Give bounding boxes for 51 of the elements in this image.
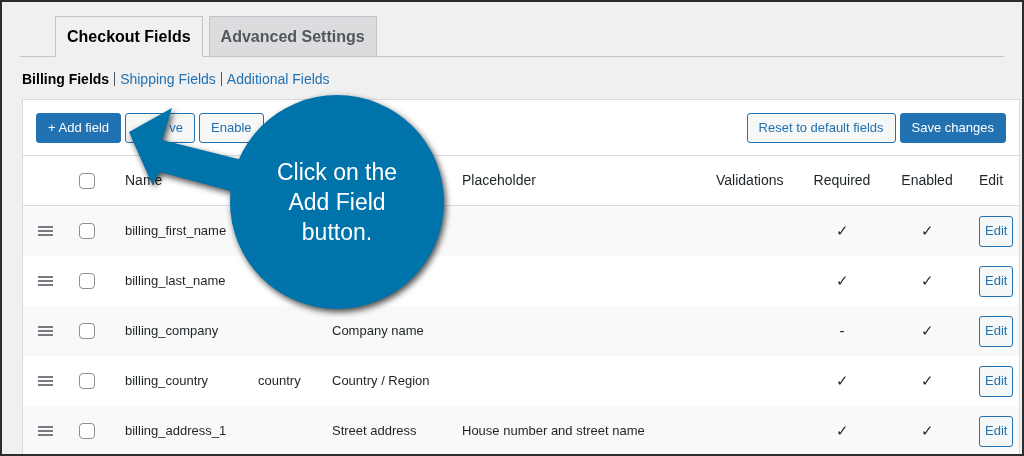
drag-handle-icon[interactable] [38, 325, 53, 337]
column-header: Enabled [901, 171, 953, 190]
table-cell-text: ✓ [920, 220, 934, 241]
checkbox[interactable] [79, 223, 95, 239]
table-cell: Street address [332, 423, 417, 439]
table-cell: House number and street name [462, 423, 645, 439]
callout-text: Click on the Add Field button. [275, 158, 399, 247]
table-cell-text: ✓ [835, 220, 849, 241]
table-cell-text: ✓ [920, 370, 934, 391]
drag-handle-icon[interactable] [38, 275, 53, 287]
section-link[interactable]: Billing Fields [22, 68, 110, 90]
column-header: Edit [979, 172, 1004, 188]
table-cell-text: ✓ [920, 320, 934, 341]
table-cell: billing_country [125, 373, 209, 389]
drag-handle-icon[interactable] [38, 375, 53, 387]
drag-handle-icon[interactable] [38, 225, 53, 237]
column-header: Placeholder [462, 172, 536, 188]
column-header: Required [813, 171, 871, 190]
column-header: Validations [716, 172, 784, 188]
table-cell-text: ✓ [920, 270, 934, 291]
table-cell: country [258, 373, 301, 389]
table-cell-text: - [839, 320, 845, 341]
table-cell: Country / Region [332, 373, 430, 389]
table-cell-text: ✓ [835, 370, 849, 391]
toolbar-button[interactable]: Enable [199, 112, 264, 143]
section-link[interactable]: Shipping Fields [120, 68, 216, 90]
tab[interactable]: Advanced Settings [208, 16, 377, 57]
edit-button[interactable]: Edit [979, 365, 1014, 397]
checkbox[interactable] [79, 273, 95, 289]
table-cell: billing_first_name [125, 223, 227, 239]
checkbox[interactable] [79, 373, 95, 389]
tab[interactable]: Checkout Fields [55, 16, 203, 57]
section-link[interactable]: Additional Fields [226, 68, 330, 90]
table-cell-text: ✓ [835, 420, 849, 441]
checkbox[interactable] [79, 423, 95, 439]
toolbar-button[interactable]: Save changes [899, 112, 1006, 143]
edit-button[interactable]: Edit [979, 315, 1014, 347]
checkbox[interactable] [79, 323, 95, 339]
checkbox[interactable] [79, 172, 95, 189]
table-cell: billing_address_1 [125, 423, 227, 439]
table-cell-text: ✓ [835, 270, 849, 291]
table-cell: billing_company [125, 323, 219, 339]
edit-button[interactable]: Edit [979, 215, 1014, 247]
add-field-button[interactable]: + Add field [36, 112, 122, 143]
edit-button[interactable]: Edit [979, 415, 1014, 447]
drag-handle-icon[interactable] [38, 425, 53, 437]
edit-button[interactable]: Edit [979, 265, 1014, 297]
toolbar-button[interactable]: Reset to default fields [746, 112, 896, 143]
table-cell: Company name [332, 323, 424, 339]
table-cell-text: ✓ [920, 420, 934, 441]
table-cell: billing_last_name [125, 273, 226, 289]
